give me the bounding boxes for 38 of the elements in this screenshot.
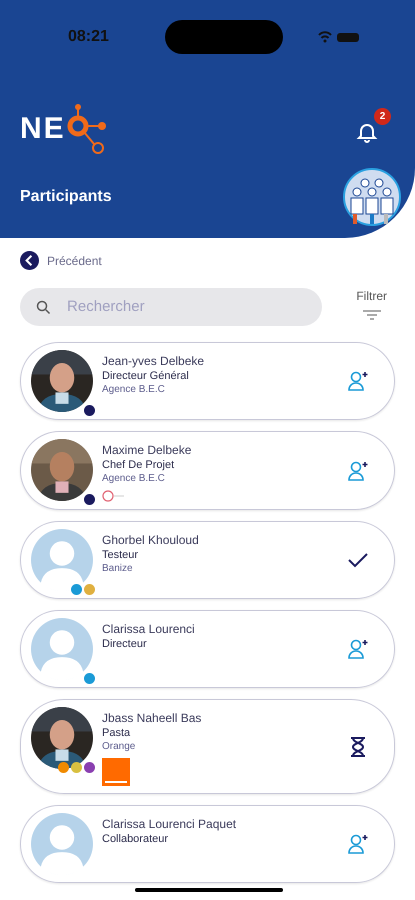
participant-name: Jbass Naheell Bas	[102, 711, 202, 726]
status-time: 08:21	[67, 27, 109, 47]
participant-role: Directeur Général	[102, 369, 190, 383]
participant-name: Clarissa Lourenci Paquet	[102, 817, 238, 832]
participant-card[interactable]: Clarissa Lourenci Directeur	[20, 610, 395, 688]
add-user-icon[interactable]	[346, 369, 370, 393]
filter-button[interactable]: Filtrer	[356, 287, 387, 321]
filter-icon	[362, 309, 382, 321]
participant-card[interactable]: Jbass Naheell Bas Pasta Orange	[20, 699, 395, 794]
page-title: Participants	[20, 187, 112, 207]
neo-logo: NE	[20, 96, 110, 160]
add-user-icon[interactable]	[346, 832, 370, 856]
search-icon	[36, 298, 52, 316]
participant-role: Directeur	[102, 637, 148, 651]
search-field[interactable]: Rechercher	[20, 288, 322, 326]
participant-role: Collaborateur	[102, 832, 170, 846]
participant-name: Maxime Delbeke	[102, 443, 192, 458]
participant-card[interactable]: Ghorbel Khouloud Testeur Banize	[20, 521, 395, 599]
back-link[interactable]: Précédent	[20, 251, 102, 270]
group-icon	[343, 168, 401, 226]
notification-badge: 2	[374, 108, 391, 125]
add-user-icon[interactable]	[346, 637, 370, 661]
notification-button[interactable]: 2	[351, 108, 391, 148]
participant-name: Jean-yves Delbeke	[102, 354, 206, 369]
participant-company: Agence B.E.C	[102, 383, 166, 397]
participant-role: Pasta	[102, 726, 132, 740]
participant-name: Clarissa Lourenci	[102, 622, 196, 637]
participant-company: Banize	[102, 562, 134, 576]
add-user-icon[interactable]	[346, 458, 370, 482]
participant-company: Agence B.E.C	[102, 472, 166, 486]
participant-role: Testeur	[102, 548, 140, 562]
search-input[interactable]: Rechercher	[67, 296, 306, 318]
participant-card[interactable]: Maxime Delbeke Chef De Projet Agence B.E.C	[20, 431, 395, 510]
participant-company: Orange	[102, 740, 136, 754]
participant-role: Chef De Projet	[102, 458, 176, 472]
participant-name: Ghorbel Khouloud	[102, 533, 200, 548]
participant-card[interactable]: Clarissa Lourenci Paquet Collaborateur	[20, 805, 395, 883]
participant-card[interactable]: Jean-yves Delbeke Directeur Général Agence B.E.C	[20, 342, 395, 420]
